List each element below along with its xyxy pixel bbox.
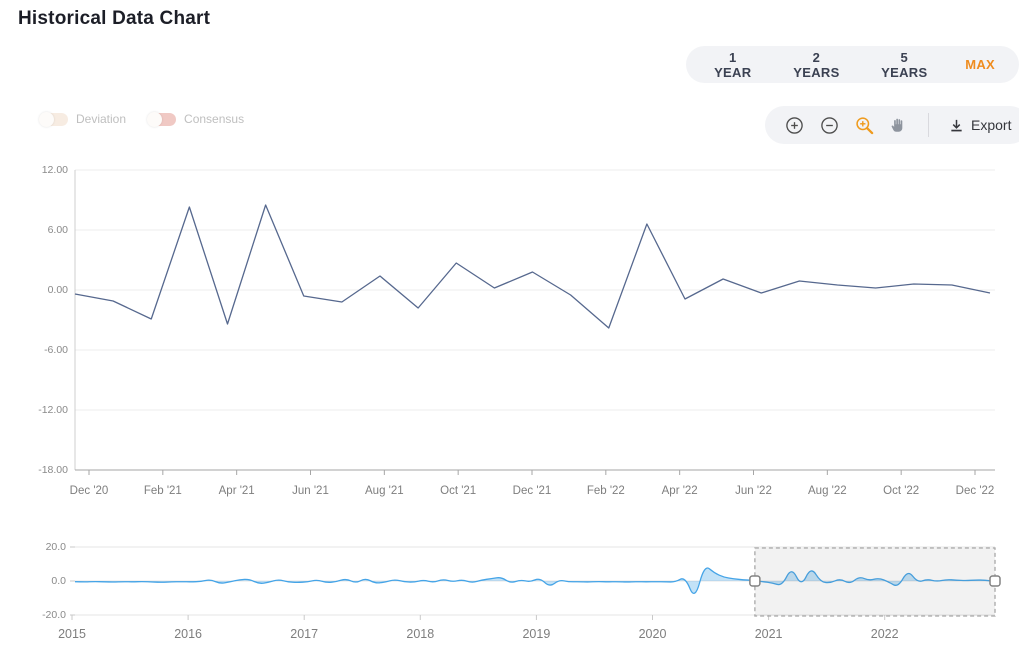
selection-zoom-button[interactable] [855,115,874,135]
zoom-out-button[interactable] [820,115,839,135]
x-axis-label: Feb '22 [587,485,625,497]
deviation-toggle-group: Deviation [40,112,126,126]
y-axis-label: 12.00 [42,164,68,176]
nav-x-axis-label: 2020 [639,627,667,641]
x-axis-label: Oct '21 [440,485,476,497]
deviation-toggle-knob [39,112,54,127]
x-axis-label: Oct '22 [883,485,919,497]
x-axis-label: Apr '21 [219,485,255,497]
toolbar-divider [928,113,929,137]
y-axis-label: -12.00 [38,404,68,416]
consensus-toggle-knob [147,112,162,127]
chart-toolbar: Export [765,106,1019,144]
deviation-toggle-label: Deviation [76,112,126,126]
historical-data-chart-app: Historical Data Chart 1 YEAR 2 YEARS 5 Y… [0,0,1019,660]
nav-y-axis-label: -20.0 [42,609,66,621]
zoom-out-icon [820,116,839,135]
navigator-right-handle[interactable] [990,576,1000,586]
x-axis-label: Jun '22 [735,485,772,497]
y-axis-label: -18.00 [38,464,68,476]
nav-x-axis-label: 2017 [290,627,318,641]
nav-x-axis-label: 2021 [755,627,783,641]
pan-icon [890,116,908,134]
range-navigator[interactable]: 20.0 0.0 -20.0 2015 2016 2017 2018 2019 2020 2021… [0,535,1019,650]
nav-y-axis-label: 20.0 [46,541,67,553]
range-max-button[interactable]: MAX [965,57,995,72]
y-axis-label: 0.00 [48,284,69,296]
main-chart[interactable]: 12.00 6.00 0.00 -6.00 -12.00 -18.00Dec '20 Feb… [0,160,1019,505]
selection-zoom-icon [855,116,874,135]
range-selector: 1 YEAR 2 YEARS 5 YEARS MAX [686,46,1019,83]
export-label: Export [971,117,1011,133]
nav-x-axis-label: 2015 [58,627,86,641]
consensus-toggle-label: Consensus [184,112,244,126]
x-axis-label: Aug '21 [365,485,404,497]
consensus-toggle[interactable] [148,113,176,126]
x-axis-label: Apr '22 [662,485,698,497]
x-axis-label: Dec '22 [956,485,995,497]
nav-x-axis-label: 2016 [174,627,202,641]
download-icon [949,118,964,133]
deviation-toggle[interactable] [40,113,68,126]
x-axis-label: Dec '21 [513,485,552,497]
consensus-toggle-group: Consensus [148,112,244,126]
x-axis-label: Jun '21 [292,485,329,497]
nav-x-axis-label: 2022 [871,627,899,641]
historical-series-line [75,205,990,328]
range-5-years-button[interactable]: 5 YEARS [877,50,931,80]
zoom-in-button[interactable] [785,115,804,135]
y-axis-label: 6.00 [48,224,69,236]
nav-x-axis-label: 2019 [522,627,550,641]
y-axis-label: -6.00 [44,344,68,356]
range-1-year-button[interactable]: 1 YEAR [710,50,755,80]
export-button[interactable]: Export [949,117,1011,133]
nav-x-axis-label: 2018 [406,627,434,641]
series-toggles: Deviation Consensus [40,112,244,126]
zoom-in-icon [785,116,804,135]
navigator-left-handle[interactable] [750,576,760,586]
x-axis-label: Aug '22 [808,485,847,497]
pan-button[interactable] [890,115,908,135]
nav-y-axis-label: 0.0 [51,575,66,587]
navigator-selection[interactable] [755,548,995,616]
x-axis-label: Feb '21 [144,485,182,497]
page-title: Historical Data Chart [18,8,210,30]
range-2-years-button[interactable]: 2 YEARS [789,50,843,80]
x-axis-label: Dec '20 [70,485,109,497]
